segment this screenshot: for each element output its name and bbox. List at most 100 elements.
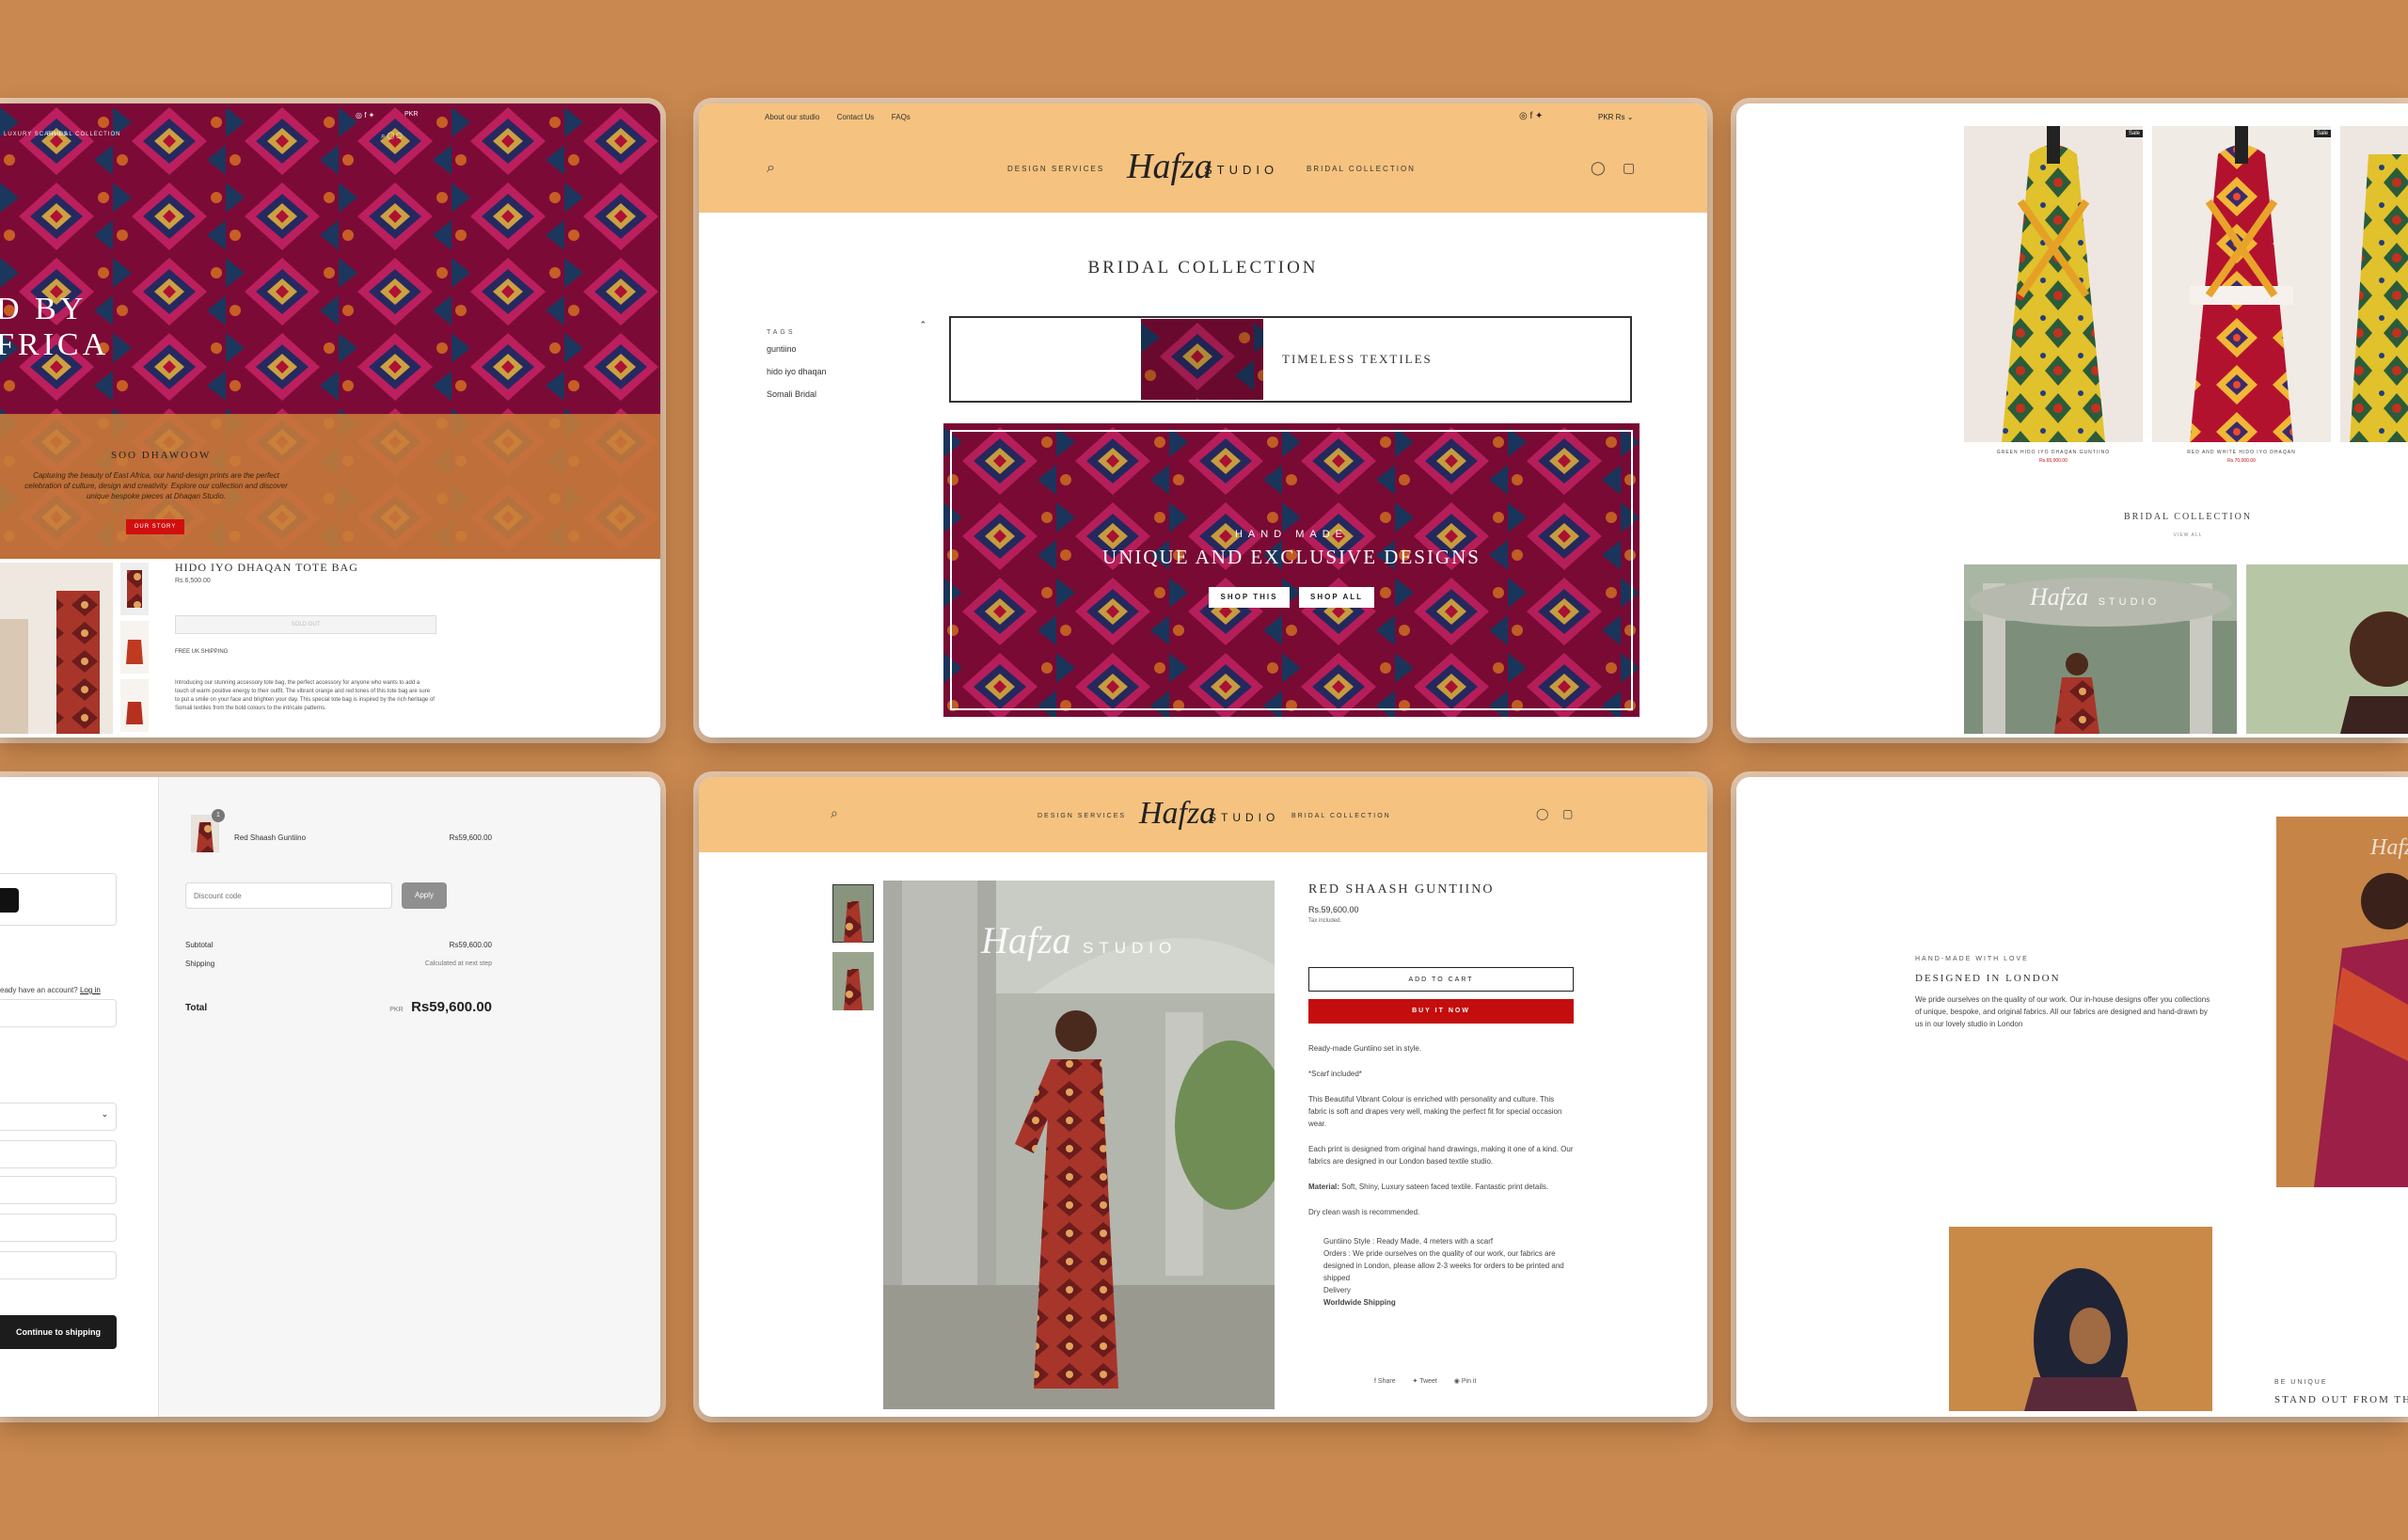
- logo-word: STUDIO: [1209, 811, 1280, 824]
- header-icons[interactable]: ⌕ ◯ ▢: [381, 132, 403, 141]
- cart-icon[interactable]: ▢: [1562, 807, 1573, 820]
- product-name-2[interactable]: RED AND WHITE HIDO IYO DHAQAN: [2152, 450, 2331, 455]
- homepage-preview-card: LUXURY SCARVES BRIDAL COLLECTION ◎ f ✦ P…: [0, 103, 660, 738]
- account-icon[interactable]: ◯: [1536, 807, 1548, 820]
- thumbnail-3[interactable]: [120, 679, 149, 732]
- pin-link[interactable]: Pin it: [1462, 1378, 1477, 1385]
- shipping-label: Shipping: [185, 960, 215, 968]
- name-field[interactable]: [0, 1140, 117, 1168]
- logo-script: Hafza: [1139, 796, 1216, 831]
- login-link[interactable]: Log in: [80, 986, 101, 994]
- account-prompt-text: eady have an account?: [0, 986, 78, 994]
- tags-filter[interactable]: TAGS ⌃: [767, 320, 927, 339]
- product-price: Rs.6,500.00: [175, 578, 211, 584]
- pinterest-icon[interactable]: ◉: [1454, 1378, 1460, 1385]
- currency-label: PKR Rs: [1598, 113, 1625, 121]
- desc-paragraph: This Beautiful Vibrant Colour is enriche…: [1308, 1095, 1562, 1128]
- search-icon[interactable]: ⌕: [767, 160, 775, 177]
- continue-to-shipping-button[interactable]: Continue to shipping: [0, 1315, 117, 1349]
- thumbnail-1[interactable]: [120, 563, 149, 615]
- material-label: Material:: [1308, 1183, 1339, 1191]
- about-text: We pride ourselves on the quality of our…: [1915, 995, 2210, 1028]
- country-select[interactable]: ⌄: [0, 1103, 117, 1131]
- hero-heading: UNIQUE AND EXCLUSIVE DESIGNS: [1102, 546, 1481, 568]
- cart-item-price: Rs59,600.00: [449, 834, 492, 842]
- social-icons[interactable]: ◎ f ✦: [1519, 111, 1543, 121]
- util-link-contact[interactable]: Contact Us: [837, 113, 875, 121]
- shipping-value: Calculated at next step: [424, 961, 492, 967]
- search-icon[interactable]: ⌕: [831, 805, 838, 821]
- timeless-textiles-banner[interactable]: TIMELESS TEXTILES: [949, 316, 1632, 403]
- apply-discount-button[interactable]: Apply: [402, 882, 447, 909]
- social-icons[interactable]: ◎ f ✦: [356, 111, 374, 119]
- page-title: BRIDAL COLLECTION: [1087, 258, 1319, 278]
- city-field[interactable]: [0, 1251, 117, 1279]
- facebook-icon[interactable]: f: [1374, 1378, 1376, 1385]
- tag-guntiino[interactable]: guntiino: [767, 344, 797, 354]
- bridal-collection-card: About our studio Contact Us FAQs ◎ f ✦ P…: [699, 103, 1707, 738]
- product-price-2: Rs.70,000.00: [2227, 458, 2256, 464]
- collection-title: BRIDAL COLLECTION: [2123, 512, 2253, 522]
- tag-hido-iyo-dhaqan[interactable]: hido iyo dhaqan: [767, 367, 827, 376]
- nav-design-services[interactable]: DESIGN SERVICES: [1038, 813, 1126, 819]
- about-studio-card: HAND-MADE WITH LOVE DESIGNED IN LONDON W…: [1736, 777, 2408, 1417]
- banner-logo-word: STUDIO: [2098, 596, 2161, 608]
- collection-grid-card: Sale Sale GREEN HIDO IYO DHAQAN GUNTIINO…: [1736, 103, 2408, 738]
- shipping-note: FREE UK SHIPPING: [175, 649, 229, 655]
- site-header: ⌕ DESIGN SERVICES Hafza STUDIO BRIDAL CO…: [699, 777, 1707, 852]
- nav-bridal-collection[interactable]: BRIDAL COLLECTION: [1307, 165, 1416, 173]
- currency-selector[interactable]: PKR Rs ⌄: [1598, 113, 1633, 121]
- nav-bridal-collection[interactable]: BRIDAL COLLECTION: [1291, 813, 1391, 819]
- thumbnail-strip[interactable]: [120, 563, 150, 732]
- nav-design-services[interactable]: DESIGN SERVICES: [1007, 165, 1104, 173]
- email-field[interactable]: [0, 999, 117, 1027]
- thumbnail-2[interactable]: [832, 952, 874, 1010]
- twitter-icon[interactable]: ✦: [1413, 1378, 1418, 1385]
- subtotal-value: Rs59,600.00: [449, 941, 492, 949]
- site-logo[interactable]: Hafza STUDIO: [1127, 146, 1296, 193]
- thumbnail-1[interactable]: [832, 884, 874, 943]
- util-link-faqs[interactable]: FAQs: [892, 113, 911, 121]
- shop-all-button[interactable]: SHOP ALL: [1299, 587, 1374, 608]
- desc-paragraph: *Scarf included*: [1308, 1070, 1362, 1078]
- address-field[interactable]: [0, 1176, 117, 1204]
- logo-script: Hafza: [1127, 147, 1212, 186]
- desc-material: Material: Soft, Shiny, Luxury sateen fac…: [1308, 1181, 1574, 1193]
- cart-icon[interactable]: ▢: [1623, 160, 1635, 176]
- photo-logo-script: Hafza: [2370, 835, 2408, 860]
- timeless-fabric-thumb: [1141, 319, 1263, 400]
- product-image-green-guntiino[interactable]: [1964, 126, 2143, 442]
- chevron-up-icon[interactable]: ⌃: [919, 320, 927, 330]
- tweet-link[interactable]: Tweet: [1419, 1378, 1437, 1385]
- product-detail-card: ⌕ DESIGN SERVICES Hafza STUDIO BRIDAL CO…: [699, 777, 1707, 1417]
- product-thumbnails[interactable]: [832, 884, 874, 1010]
- discount-code-input[interactable]: [185, 882, 392, 909]
- product-image-partial[interactable]: [2340, 126, 2408, 442]
- product-name-1[interactable]: GREEN HIDO IYO DHAQAN GUNTIINO: [1964, 450, 2143, 455]
- util-link-about[interactable]: About our studio: [765, 113, 819, 121]
- sold-out-button[interactable]: SOLD OUT: [175, 615, 436, 634]
- total-value: PKR Rs59,600.00: [328, 999, 492, 1016]
- site-logo[interactable]: Hafza STUDIO: [1139, 796, 1290, 839]
- tags-label: TAGS: [767, 329, 796, 336]
- share-link[interactable]: Share: [1378, 1378, 1396, 1385]
- shop-pay-button[interactable]: [0, 888, 19, 913]
- product-image-red-white[interactable]: [2152, 126, 2331, 442]
- add-to-cart-button[interactable]: ADD TO CART: [1308, 967, 1574, 992]
- bullet-orders: Orders : We pride ourselves on the quali…: [1323, 1249, 1564, 1282]
- tag-somali-bridal[interactable]: Somali Bridal: [767, 389, 816, 399]
- currency-selector[interactable]: PKR: [404, 111, 418, 118]
- hero-nav-right[interactable]: BRIDAL COLLECTION: [47, 132, 120, 137]
- shop-this-button[interactable]: SHOP THIS: [1209, 587, 1290, 608]
- bullet-delivery: Delivery: [1323, 1286, 1351, 1294]
- buy-it-now-button[interactable]: BUY IT NOW: [1308, 999, 1574, 1024]
- thumbnail-2[interactable]: [120, 621, 149, 674]
- apartment-field[interactable]: [0, 1214, 117, 1242]
- hero-heading-line2: FRICA: [0, 327, 110, 362]
- checkout-card: eady have an account? Log in ⌄ Continue …: [0, 777, 660, 1417]
- view-all-link[interactable]: VIEW ALL: [2094, 532, 2282, 538]
- desc-bullets: Guntiino Style : Ready Made, 4 meters wi…: [1308, 1235, 1574, 1309]
- checkout-form-panel: eady have an account? Log in ⌄ Continue …: [0, 777, 158, 1417]
- account-icon[interactable]: ◯: [1591, 160, 1606, 176]
- our-story-button[interactable]: OUR STORY: [126, 519, 184, 534]
